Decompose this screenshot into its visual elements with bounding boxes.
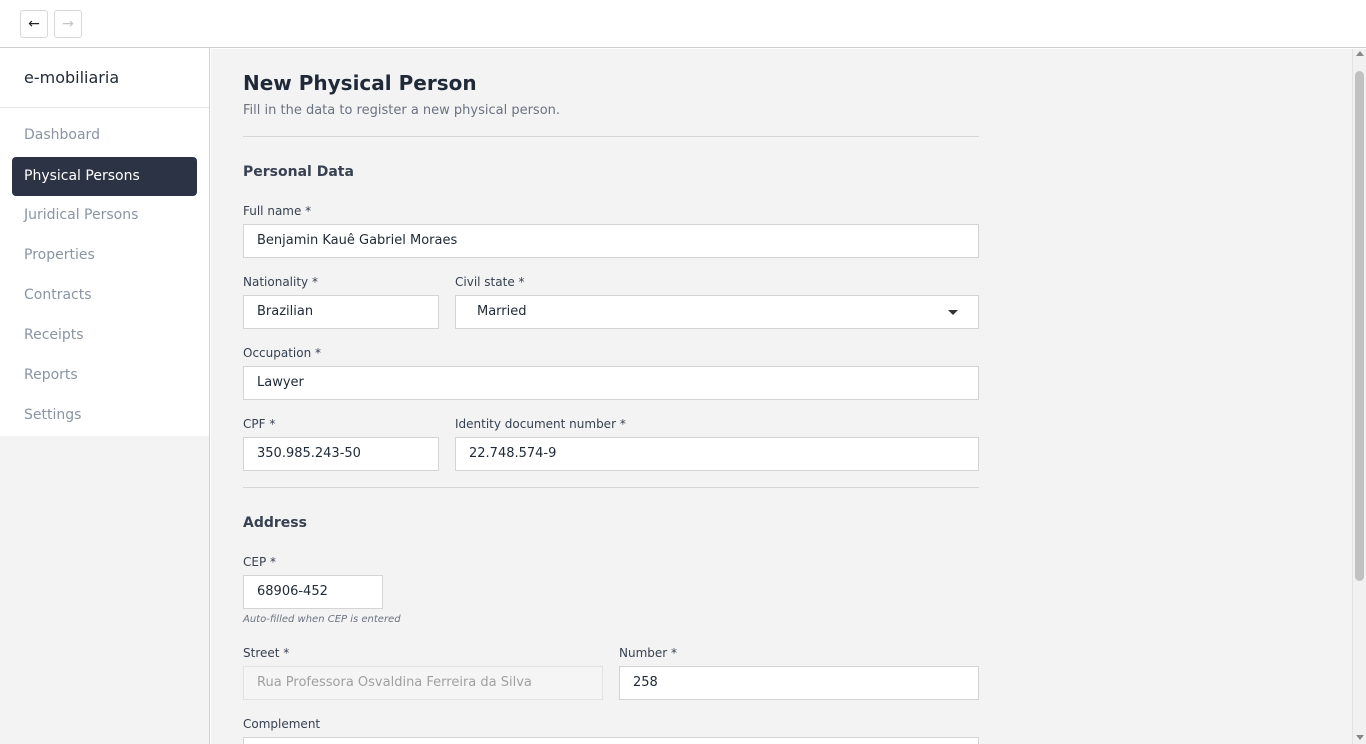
occupation-label: Occupation * [243,346,322,360]
cep-label: CEP * [243,555,277,569]
sidebar-item-contracts[interactable]: Contracts [12,276,197,315]
sidebar-item-physical-persons[interactable]: Physical Persons [12,157,197,196]
main-content: New Physical Person Fill in the data to … [211,49,1352,744]
cpf-input[interactable]: 350.985.243-50 [243,437,439,471]
identity-document-input[interactable]: 22.748.574-9 [455,437,979,471]
brand-divider [0,107,209,108]
chevron-down-icon [948,310,958,315]
sidebar-item-reports[interactable]: Reports [12,356,197,395]
app-brand: e-mobiliaria [24,68,120,87]
section-title-personal-data: Personal Data [243,164,354,180]
sidebar-item-properties[interactable]: Properties [12,236,197,275]
scroll-up-icon[interactable] [1356,51,1364,56]
sidebar-item-receipts[interactable]: Receipts [12,316,197,355]
identity-document-label: Identity document number * [455,417,626,431]
cpf-label: CPF * [243,417,276,431]
nationality-label: Nationality * [243,275,318,289]
page-subtitle: Fill in the data to register a new physi… [243,103,561,118]
complement-label: Complement [243,717,321,731]
header-divider [243,136,979,137]
page-title: New Physical Person [243,71,477,95]
scrollbar-thumb[interactable] [1355,71,1364,581]
nationality-input[interactable]: Brazilian [243,295,439,329]
arrow-left-icon: ← [28,16,40,32]
forward-button[interactable]: → [54,10,82,38]
top-bar: ← → [0,0,1366,48]
main-scrollbar[interactable] [1352,49,1366,744]
street-label: Street * [243,646,290,660]
civil-state-value: Married [477,304,527,319]
sidebar-panel: e-mobiliaria Dashboard Physical Persons … [0,48,209,436]
section-divider [243,487,979,488]
arrow-right-icon: → [62,16,74,32]
sidebar-item-settings[interactable]: Settings [12,396,197,435]
cep-input[interactable]: 68906-452 [243,575,383,609]
complement-input[interactable] [243,737,979,744]
full-name-input[interactable]: Benjamin Kauê Gabriel Moraes [243,224,979,258]
civil-state-select[interactable]: Married [455,295,979,329]
scroll-down-icon[interactable] [1356,735,1364,740]
full-name-label: Full name * [243,204,312,218]
street-input: Rua Professora Osvaldina Ferreira da Sil… [243,666,603,700]
number-input[interactable]: 258 [619,666,979,700]
occupation-input[interactable]: Lawyer [243,366,979,400]
sidebar-item-juridical-persons[interactable]: Juridical Persons [12,196,197,235]
sidebar: e-mobiliaria Dashboard Physical Persons … [0,48,210,744]
cep-hint: Auto-filled when CEP is entered [243,614,401,625]
number-label: Number * [619,646,678,660]
back-button[interactable]: ← [20,10,48,38]
sidebar-item-dashboard[interactable]: Dashboard [12,116,197,155]
section-title-address: Address [243,515,307,531]
civil-state-label: Civil state * [455,275,525,289]
